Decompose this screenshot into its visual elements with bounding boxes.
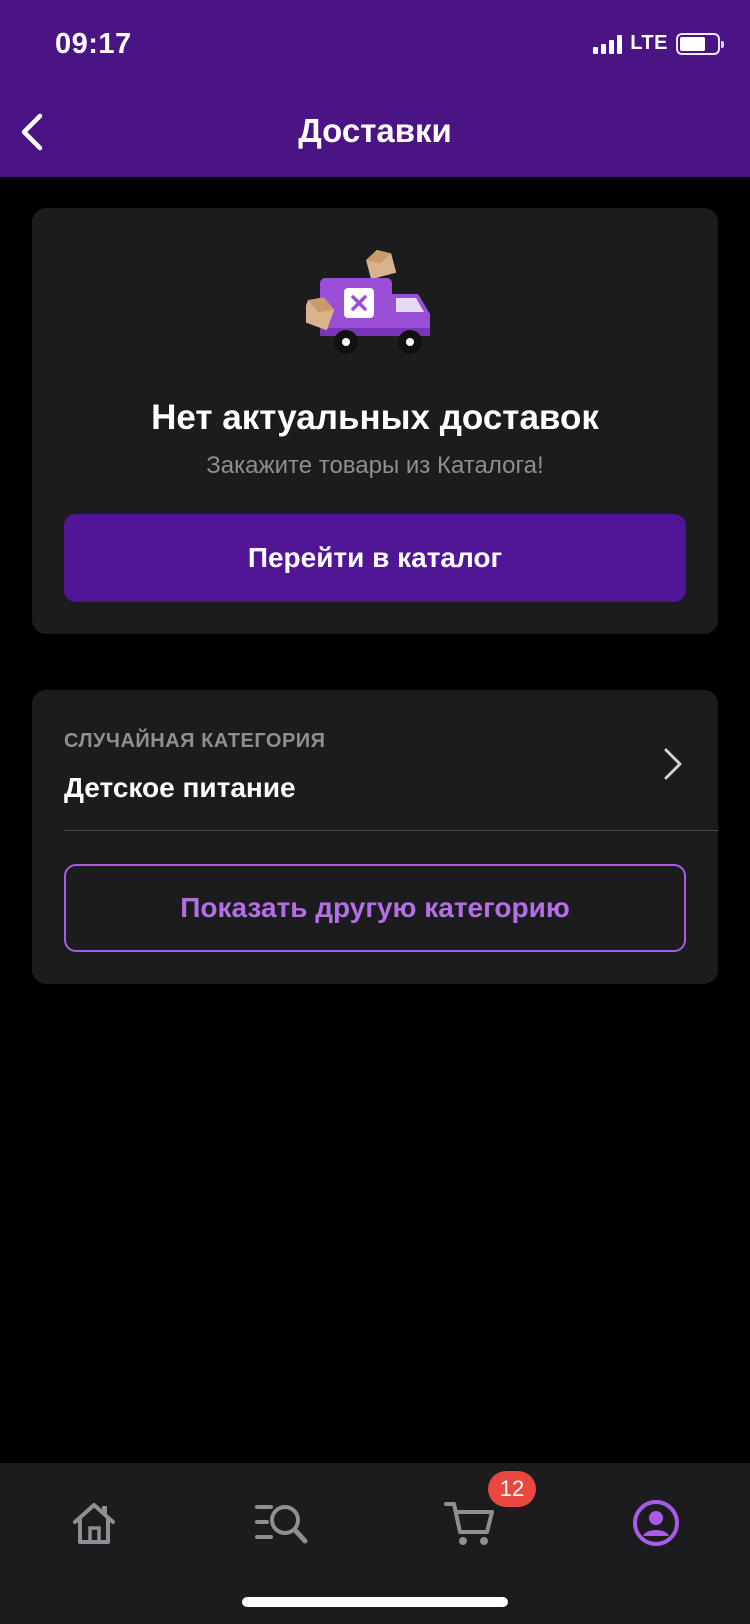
tab-cart[interactable] [440, 1493, 500, 1553]
cart-badge: 12 [488, 1471, 536, 1507]
home-icon [73, 1503, 115, 1544]
random-category-label: СЛУЧАЙНАЯ КАТЕГОРИЯ [64, 730, 326, 752]
chevron-right-icon[interactable] [662, 746, 684, 782]
home-indicator [242, 1597, 508, 1607]
app-header: 09:17 LTE Доставки [0, 0, 750, 177]
random-category-name[interactable]: Детское питание [64, 772, 296, 804]
show-another-category-button[interactable]: Показать другую категорию [64, 864, 686, 952]
catalog-search-icon [255, 1505, 308, 1544]
profile-icon [633, 1500, 679, 1546]
network-type: LTE [630, 32, 668, 54]
status-icons: LTE [593, 32, 724, 55]
battery-icon [676, 32, 724, 55]
empty-state-title: Нет актуальных доставок [151, 398, 599, 437]
empty-state-subtitle: Закажите товары из Каталога! [206, 452, 544, 479]
delivery-truck-icon [306, 249, 430, 354]
tab-catalog[interactable] [252, 1493, 312, 1553]
divider [64, 830, 718, 831]
page-title: Доставки [298, 112, 452, 149]
signal-icon [593, 34, 623, 54]
tab-profile[interactable] [626, 1493, 686, 1553]
tab-home[interactable] [64, 1493, 124, 1553]
empty-deliveries-card: Нет актуальных доставок Закажите товары … [32, 208, 718, 634]
go-to-catalog-button[interactable]: Перейти в каталог [64, 514, 686, 602]
random-category-card: СЛУЧАЙНАЯ КАТЕГОРИЯ Детское питание Пока… [32, 690, 718, 984]
status-time: 09:17 [55, 28, 132, 60]
cart-icon [444, 1502, 494, 1545]
